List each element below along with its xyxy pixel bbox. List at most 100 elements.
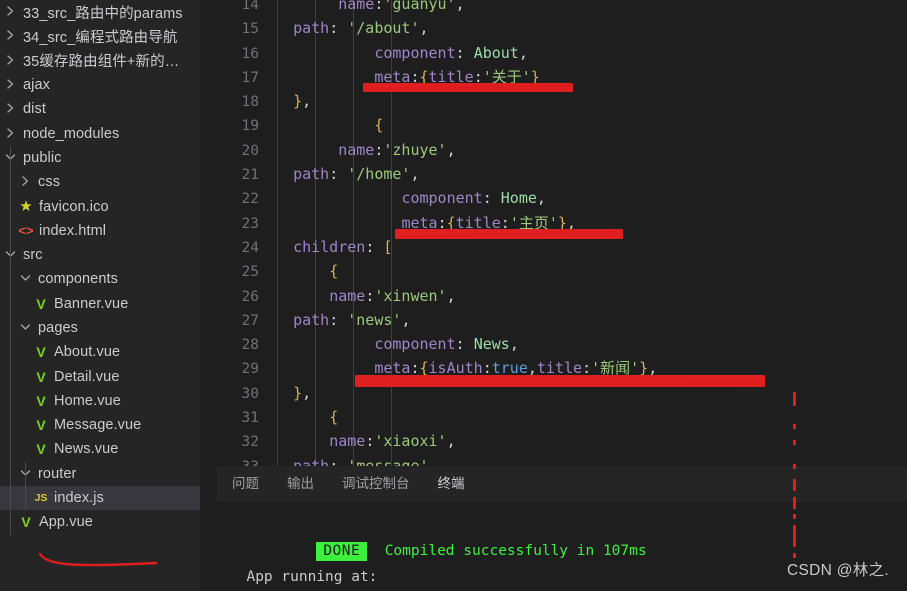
tree-item-label: 33_src_路由中的params [23,5,183,22]
code-line[interactable]: 28 component: News, [217,332,907,356]
terminal-line-compiled: DONE Compiled successfully in 107ms [217,512,907,561]
tree-item-node_modules[interactable]: node_modules [0,121,200,145]
tree-item-about.vue[interactable]: V About.vue [0,340,200,364]
code-text: path: '/home', [293,165,420,184]
line-number: 28 [241,337,259,354]
tree-item-news.vue[interactable]: V News.vue [0,437,200,461]
panel-tab-3[interactable]: 终端 [435,466,468,502]
line-number: 24 [241,239,259,256]
code-line[interactable]: 21 path: '/home', [217,162,907,186]
tree-item-message.vue[interactable]: V Message.vue [0,413,200,437]
code-line[interactable]: 32 name:'xiaoxi', [217,429,907,453]
vue-icon: V [36,417,46,434]
line-number: 15 [241,21,259,38]
tree-item-index.html[interactable]: <> index.html [0,219,200,243]
code-text: children: [ [293,237,393,256]
tree-item-label: index.html [39,222,107,239]
line-number: 29 [241,361,259,378]
code-line[interactable]: 16 component: About, [217,41,907,65]
code-text: }, [293,383,312,402]
editor-and-panel: 14 name:'guanyu', 15 path: '/about', 16 co… [217,0,907,591]
tree-item-label: public [23,149,62,166]
tree-item-favicon.ico[interactable]: ★ favicon.ico [0,194,200,218]
panel-tab-0[interactable]: 问题 [229,466,262,502]
panel-tab-bar[interactable]: 问题 输出 调试控制台 终端 [217,466,907,502]
chevron-down-icon[interactable] [17,274,34,282]
line-number: 14 [241,0,259,13]
tree-item-label: dist [23,101,46,118]
tree-item-css[interactable]: css [0,170,200,194]
star-icon: ★ [19,198,33,216]
code-text: component: Home, [401,189,546,208]
tree-item-label: Detail.vue [54,368,120,385]
chevron-right-icon[interactable] [2,127,19,138]
code-line[interactable]: 33 path: 'message', [217,454,907,466]
vue-icon: V [36,368,46,385]
tree-item-app.vue[interactable]: V App.vue [0,510,200,534]
code-line[interactable]: 15 path: '/about', [217,16,907,40]
tree-item-label: Home.vue [54,392,121,409]
code-line[interactable]: 27 path: 'news', [217,308,907,332]
line-number: 21 [241,167,259,184]
code-text: name:'xiaoxi', [329,432,456,451]
line-number: 33 [217,455,259,466]
code-line[interactable]: 14 name:'guanyu', [217,0,907,16]
tree-item-33_src_params[interactable]: 33_src_路由中的params [0,0,200,24]
line-number: 30 [241,385,259,402]
done-badge: DONE [316,542,368,561]
js-icon: JS [34,491,48,504]
tree-item-label: favicon.ico [39,198,109,215]
code-line[interactable]: 20 name:'zhuye', [217,138,907,162]
tree-item-35+[interactable]: 35缓存路由组件+新的… [0,49,200,73]
html-icon: <> [18,223,34,239]
panel-tab-1[interactable]: 输出 [284,466,317,502]
code-text: { [374,116,384,135]
vscode-window: 33_src_路由中的params 34_src_编程式路由导航 35缓存路由组件+… [0,0,907,591]
tree-item-label: components [38,271,118,288]
tree-item-label: About.vue [54,344,121,361]
tree-item-dist[interactable]: dist [0,97,200,121]
code-text: component: News, [374,335,519,354]
tree-item-34_src_[interactable]: 34_src_编程式路由导航 [0,24,200,48]
tree-item-src[interactable]: src [0,243,200,267]
tree-item-label: Message.vue [54,417,142,434]
code-line[interactable]: 31 { [217,405,907,429]
chevron-right-icon[interactable] [17,176,34,186]
tree-item-components[interactable]: components [0,267,200,291]
line-number: 20 [241,142,259,159]
chevron-right-icon[interactable] [2,30,19,41]
tree-item-label: News.vue [54,441,119,458]
chevron-right-icon[interactable] [2,6,19,16]
tree-item-detail.vue[interactable]: V Detail.vue [0,364,200,388]
vue-icon: V [36,344,46,361]
tree-item-ajax[interactable]: ajax [0,73,200,97]
tree-item-home.vue[interactable]: V Home.vue [0,389,200,413]
tree-item-public[interactable]: public [0,146,200,170]
chevron-down-icon[interactable] [17,323,34,331]
chevron-right-icon[interactable] [2,55,19,65]
tree-guide [10,243,11,535]
code-line[interactable]: 19 { [217,113,907,137]
code-line[interactable]: 18 }, [217,89,907,113]
code-line[interactable]: 22 component: Home, [217,186,907,210]
tree-item-router[interactable]: router [0,462,200,486]
code-line[interactable]: 26 name:'xinwen', [217,284,907,308]
panel-tab-2[interactable]: 调试控制台 [339,466,413,502]
tree-item-banner.vue[interactable]: V Banner.vue [0,292,200,316]
code-editor[interactable]: 14 name:'guanyu', 15 path: '/about', 16 co… [217,0,907,466]
file-explorer-sidebar[interactable]: 33_src_路由中的params 34_src_编程式路由导航 35缓存路由组件+… [0,0,200,591]
chevron-right-icon[interactable] [2,79,19,89]
tree-item-label: Banner.vue [54,295,129,312]
code-line[interactable]: 25 { [217,259,907,283]
line-number: 17 [241,69,259,86]
code-text: path: 'news', [293,310,411,329]
tree-item-index.js[interactable]: JS index.js [0,485,200,511]
vue-icon: V [36,441,46,458]
tree-item-label: node_modules [23,125,120,142]
tree-item-pages[interactable]: pages [0,316,200,340]
chevron-right-icon[interactable] [2,103,19,113]
file-tree[interactable]: 33_src_路由中的params 34_src_编程式路由导航 35缓存路由组件+… [0,0,200,535]
tree-guide [10,145,11,243]
line-number: 18 [241,94,259,111]
tree-item-label: src [23,247,43,264]
